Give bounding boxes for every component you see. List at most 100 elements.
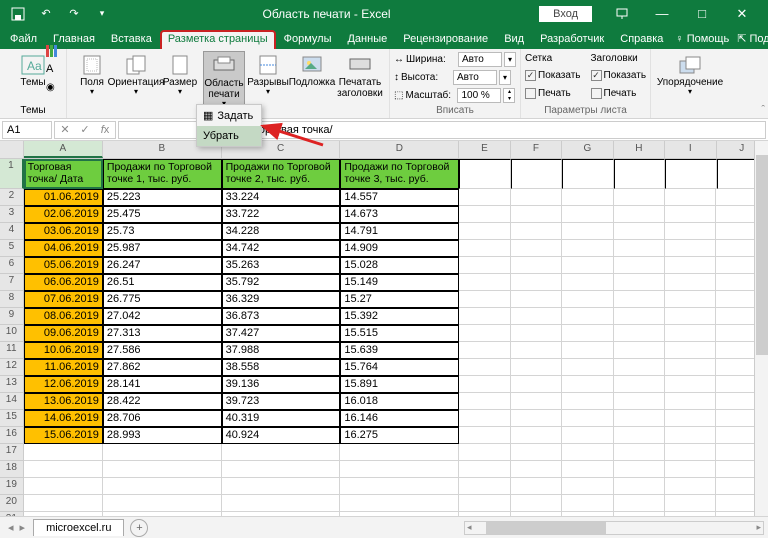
cell[interactable] [511,223,562,240]
cell[interactable] [24,512,103,516]
cell[interactable] [614,410,665,427]
tell-me[interactable]: ♀ Помощь [671,30,733,49]
cell[interactable] [222,461,341,478]
cell[interactable] [614,223,665,240]
cell[interactable] [459,308,510,325]
close-icon[interactable]: ✕ [722,0,762,27]
cell[interactable] [222,478,341,495]
cell[interactable]: 15.149 [340,274,459,291]
login-button[interactable]: Вход [539,6,592,22]
row-header[interactable]: 9 [0,308,24,325]
height-value[interactable]: Авто [453,70,497,85]
cell[interactable] [459,478,510,495]
cell[interactable] [562,495,613,512]
cell[interactable] [562,325,613,342]
col-header-I[interactable]: I [665,141,716,158]
cell[interactable] [562,461,613,478]
cell[interactable]: 11.06.2019 [24,359,103,376]
cell[interactable] [665,427,716,444]
cell[interactable] [24,444,103,461]
cell[interactable] [24,461,103,478]
cell[interactable]: 33.224 [222,189,341,206]
cell[interactable] [614,189,665,206]
cell[interactable] [665,240,716,257]
cell[interactable] [511,393,562,410]
row-header[interactable]: 3 [0,206,24,223]
cell[interactable] [665,359,716,376]
cell[interactable]: 27.586 [103,342,222,359]
cell[interactable]: 15.06.2019 [24,427,103,444]
cell[interactable] [562,342,613,359]
col-header-H[interactable]: H [614,141,665,158]
save-icon[interactable] [6,3,30,25]
cell[interactable] [614,206,665,223]
cell[interactable]: 40.924 [222,427,341,444]
cell[interactable] [665,325,716,342]
cell[interactable] [614,512,665,516]
cell[interactable] [562,359,613,376]
cell[interactable]: 25.223 [103,189,222,206]
cell[interactable] [562,410,613,427]
margins-button[interactable]: Поля▾ [71,51,113,99]
cell[interactable] [511,376,562,393]
cell[interactable]: 09.06.2019 [24,325,103,342]
cell[interactable] [614,342,665,359]
cell[interactable] [562,291,613,308]
cell[interactable]: 27.862 [103,359,222,376]
tab-data[interactable]: Данные [339,30,395,49]
cell[interactable] [614,393,665,410]
cell[interactable] [562,393,613,410]
cell[interactable]: 14.909 [340,240,459,257]
qat-more-icon[interactable]: ▾ [90,3,114,25]
height-dropdown[interactable]: ▾ [499,70,511,85]
cell[interactable] [511,159,563,189]
cell[interactable] [614,308,665,325]
cell[interactable] [665,495,716,512]
cell[interactable]: 14.06.2019 [24,410,103,427]
cell[interactable]: 13.06.2019 [24,393,103,410]
row-header[interactable]: 21 [0,512,24,516]
scale-spinner[interactable]: ▴▾ [503,88,515,103]
cell[interactable] [459,325,510,342]
cell[interactable]: 14.673 [340,206,459,223]
cell[interactable] [665,444,716,461]
cell[interactable] [665,291,716,308]
row-header[interactable]: 11 [0,342,24,359]
cell[interactable]: 37.988 [222,342,341,359]
tab-page-layout[interactable]: Разметка страницы [160,30,276,49]
breaks-button[interactable]: Разрывы▾ [247,51,289,99]
col-header-E[interactable]: E [459,141,510,158]
tab-insert[interactable]: Вставка [103,30,160,49]
cell[interactable]: 06.06.2019 [24,274,103,291]
cell[interactable] [511,495,562,512]
cell[interactable]: 39.136 [222,376,341,393]
effects-button[interactable]: ◉ [44,78,62,96]
cell[interactable] [665,342,716,359]
cell[interactable]: 16.018 [340,393,459,410]
row-header[interactable]: 4 [0,223,24,240]
cell[interactable] [340,478,459,495]
print-area-button[interactable]: Область печати▾ [203,51,245,112]
cell[interactable] [459,393,510,410]
cell[interactable]: 35.792 [222,274,341,291]
cell[interactable]: 07.06.2019 [24,291,103,308]
head-show-checkbox[interactable]: ✓ [591,70,602,81]
cell[interactable]: 15.891 [340,376,459,393]
cell[interactable]: 25.73 [103,223,222,240]
cell[interactable] [614,325,665,342]
cell[interactable] [511,478,562,495]
cell[interactable] [459,427,510,444]
col-header-F[interactable]: F [511,141,562,158]
cell[interactable] [614,444,665,461]
cell[interactable]: 15.028 [340,257,459,274]
sheet-tab[interactable]: microexcel.ru [33,519,124,536]
row-header[interactable]: 5 [0,240,24,257]
cell[interactable] [511,444,562,461]
row-header[interactable]: 15 [0,410,24,427]
cell[interactable] [103,461,222,478]
cell[interactable] [511,257,562,274]
ribbon-options-icon[interactable] [602,0,642,27]
cell[interactable] [24,495,103,512]
col-header-G[interactable]: G [562,141,613,158]
cell[interactable] [665,159,717,189]
